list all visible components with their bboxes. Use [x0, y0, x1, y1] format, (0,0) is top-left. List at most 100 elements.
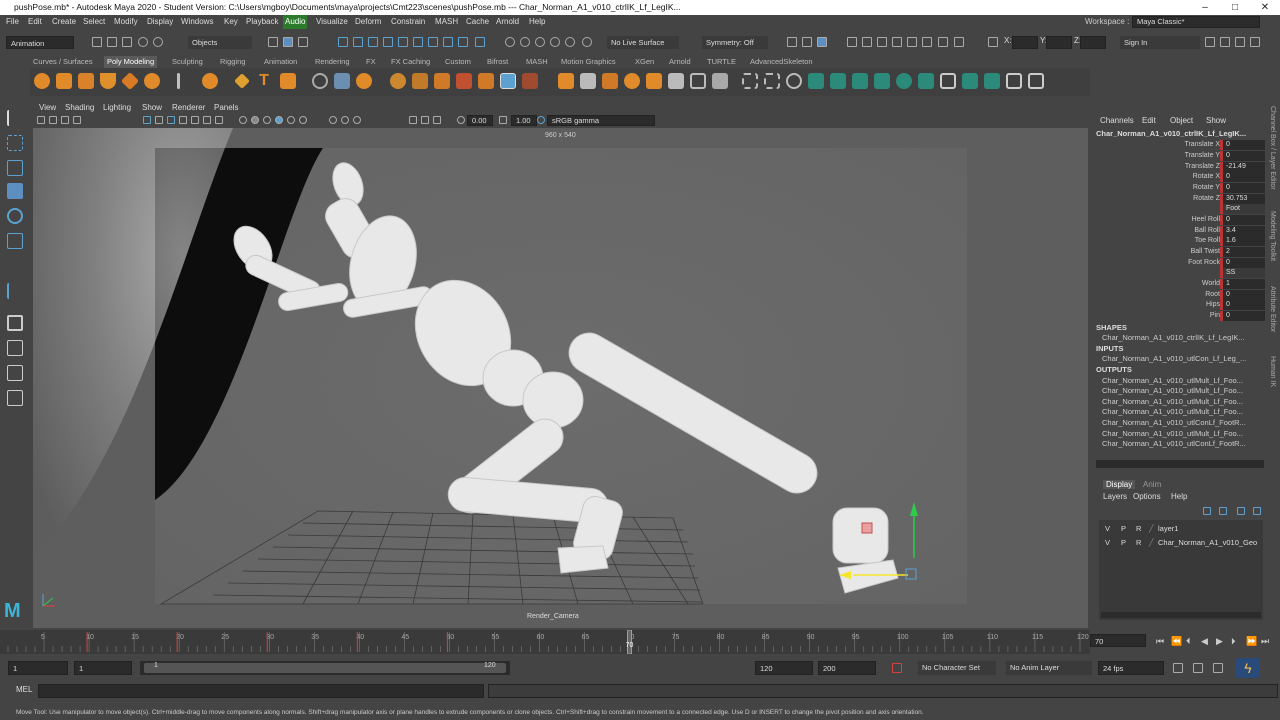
viewport[interactable]: 960 x 540 Render_Camera: [33, 128, 1088, 628]
range-slider[interactable]: 1 120: [140, 661, 510, 675]
snap-grid-icon[interactable]: [505, 37, 515, 47]
tool-settings-icon[interactable]: [1235, 37, 1245, 47]
combine-icon[interactable]: [312, 73, 328, 89]
shelf-tab-animation[interactable]: Animation: [264, 56, 297, 68]
step-forward-icon[interactable]: ⏩: [1246, 636, 1257, 647]
snap-view-plane-icon[interactable]: [550, 37, 560, 47]
arnold-render-icon[interactable]: [922, 37, 932, 47]
unfold-uv-icon[interactable]: [874, 73, 890, 89]
open-scene-icon[interactable]: [107, 37, 117, 47]
mel-command-input[interactable]: [38, 684, 484, 698]
menu-constrain[interactable]: Constrain: [391, 15, 425, 29]
attr-rotate-z-field[interactable]: 30.753: [1220, 194, 1265, 204]
step-forward-key-icon[interactable]: ⏵: [1231, 636, 1236, 647]
shelf-tab-fx-caching[interactable]: FX Caching: [391, 56, 430, 68]
current-frame-field[interactable]: 70: [1090, 634, 1146, 647]
camera-attr-icon[interactable]: [49, 116, 57, 124]
shelf-tab-poly-modeling[interactable]: Poly Modeling: [104, 56, 158, 68]
select-edge-ring-icon[interactable]: [764, 73, 780, 89]
multi-cut-icon[interactable]: [522, 73, 538, 89]
poly-sphere-icon[interactable]: [34, 73, 50, 89]
layer-visible-toggle[interactable]: V: [1105, 522, 1110, 535]
output-node[interactable]: Char_Norman_A1_v010_utlConLf_FootR...: [1102, 418, 1246, 427]
playblast-icon[interactable]: [938, 37, 948, 47]
shelf-tab-curves[interactable]: Curves / Surfaces: [33, 56, 93, 68]
attr-foot-rock-field[interactable]: 0: [1220, 258, 1265, 268]
y-field[interactable]: [1046, 36, 1072, 49]
antialias-icon[interactable]: [353, 116, 361, 124]
side-tab-attribute-editor[interactable]: Attribute Editor: [1269, 286, 1276, 332]
field-chart-icon[interactable]: [191, 116, 199, 124]
last-tool-icon[interactable]: [7, 283, 23, 299]
xray-icon[interactable]: [421, 116, 429, 124]
attr-root-field[interactable]: 0: [1220, 290, 1265, 300]
menu-windows[interactable]: Windows: [181, 15, 213, 29]
attr-translate-x-field[interactable]: 0: [1220, 140, 1265, 150]
panel-menu-renderer[interactable]: Renderer: [172, 101, 205, 114]
layers-menu[interactable]: Layers: [1103, 492, 1127, 501]
motion-blur-icon[interactable]: [341, 116, 349, 124]
object-menu[interactable]: Object: [1170, 116, 1193, 125]
show-menu[interactable]: Show: [1206, 116, 1226, 125]
attr-ball-twist-field[interactable]: 2: [1220, 247, 1265, 257]
reference-icon[interactable]: [817, 37, 827, 47]
connect-icon[interactable]: [580, 73, 596, 89]
workspace-select[interactable]: Maya Classic*: [1132, 16, 1260, 28]
loop-icon[interactable]: [1173, 663, 1183, 673]
menu-help[interactable]: Help: [529, 15, 545, 29]
shelf-tab-rendering[interactable]: Rendering: [315, 56, 350, 68]
shelf-tab-xgen[interactable]: XGen: [635, 56, 654, 68]
shelf-tab-rigging[interactable]: Rigging: [220, 56, 245, 68]
gate-mask-icon[interactable]: [179, 116, 187, 124]
edit-menu[interactable]: Edit: [1142, 116, 1156, 125]
attr-heel-roll-field[interactable]: 0: [1220, 215, 1265, 225]
mask-all-icon[interactable]: [475, 37, 485, 47]
poly-text-icon[interactable]: T: [256, 73, 272, 89]
layer-tab-anim[interactable]: Anim: [1143, 480, 1161, 489]
playback-end-field[interactable]: 120: [755, 661, 813, 675]
x-field[interactable]: [1012, 36, 1038, 49]
attr-toe-roll-field[interactable]: 1.6: [1220, 236, 1265, 246]
paint-select-tool-icon[interactable]: [7, 160, 23, 176]
color-management-icon[interactable]: [537, 116, 545, 124]
auto-uv-icon[interactable]: [852, 73, 868, 89]
menu-deform[interactable]: Deform: [355, 15, 381, 29]
poly-cube-icon[interactable]: [56, 73, 72, 89]
cut-uv-icon[interactable]: [896, 73, 912, 89]
channel-box-icon[interactable]: [1250, 37, 1260, 47]
render-frame-icon[interactable]: [847, 37, 857, 47]
mirror-icon[interactable]: [786, 73, 802, 89]
render-view-icon[interactable]: [907, 37, 917, 47]
mask-curves-icon[interactable]: [368, 37, 378, 47]
menu-key[interactable]: Key: [224, 15, 238, 29]
uv-shell-icon[interactable]: [984, 73, 1000, 89]
layer-row[interactable]: V P R ╱ Char_Norman_A1_v010_Geo: [1099, 536, 1263, 549]
menu-visualize[interactable]: Visualize: [316, 15, 348, 29]
layer-playback-toggle[interactable]: P: [1121, 522, 1126, 535]
channel-box-scrollbar[interactable]: [1096, 460, 1264, 468]
snap-together-icon[interactable]: [582, 37, 592, 47]
undo-icon[interactable]: [138, 37, 148, 47]
attr-rotate-y-field[interactable]: 0: [1220, 183, 1265, 193]
grid-toggle-icon[interactable]: [143, 116, 151, 124]
attr-rotate-x-field[interactable]: 0: [1220, 172, 1265, 182]
menu-audio[interactable]: Audio: [283, 15, 308, 29]
attribute-editor-icon[interactable]: [1220, 37, 1230, 47]
save-scene-icon[interactable]: [122, 37, 132, 47]
symmetry-select[interactable]: Symmetry: Off: [702, 36, 768, 49]
hypershade-icon[interactable]: [892, 37, 902, 47]
snap-curve-icon[interactable]: [520, 37, 530, 47]
single-pane-icon[interactable]: [7, 315, 23, 331]
menuset-select[interactable]: Animation: [6, 36, 74, 49]
mel-label[interactable]: MEL: [16, 685, 32, 694]
shelf-tab-turtle[interactable]: TURTLE: [707, 56, 736, 68]
layer-color-icon[interactable]: ╱: [1149, 522, 1154, 535]
output-node[interactable]: Char_Norman_A1_v010_utlMult_Lf_Foo...: [1102, 376, 1243, 385]
shelf-tab-custom[interactable]: Custom: [445, 56, 471, 68]
shelf-tab-arnold[interactable]: Arnold: [669, 56, 691, 68]
scene-end-field[interactable]: 200: [818, 661, 876, 675]
mask-rendering-icon[interactable]: [428, 37, 438, 47]
menu-playback[interactable]: Playback: [246, 15, 278, 29]
pause-icon[interactable]: [954, 37, 964, 47]
uv-editor-icon[interactable]: [808, 73, 824, 89]
